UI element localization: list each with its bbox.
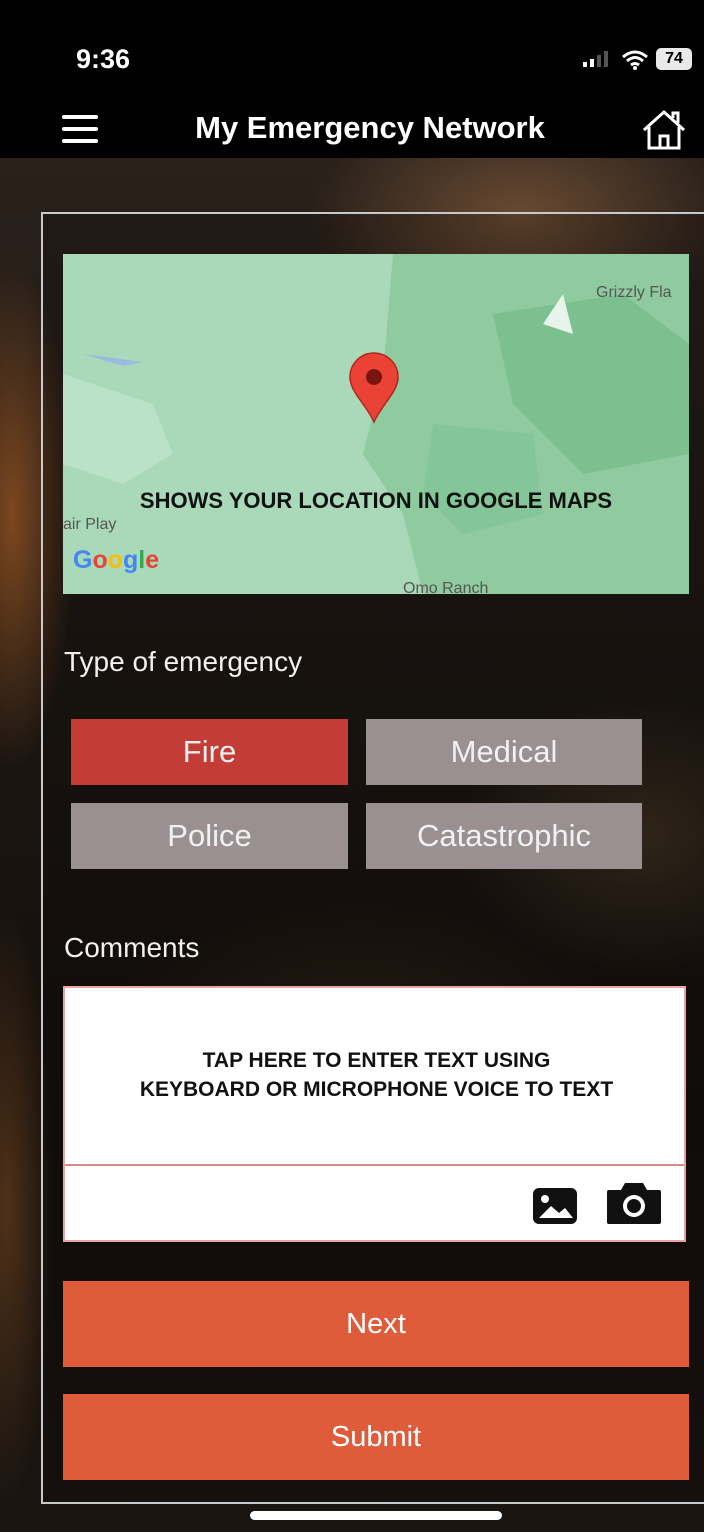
comments-hint-line: KEYBOARD OR MICROPHONE VOICE TO TEXT: [139, 1078, 614, 1101]
status-time: 9:36: [76, 44, 131, 74]
page-title: My Emergency Network: [195, 110, 545, 145]
camera-icon[interactable]: [605, 1180, 663, 1226]
map-place-label: Grizzly Fla: [596, 284, 672, 301]
emergency-type-medical-button[interactable]: Medical: [366, 719, 642, 785]
comments-hint: TAP HERE TO ENTER TEXT USING KEYBOARD OR…: [65, 1046, 688, 1104]
battery-icon: 74: [656, 48, 692, 70]
wifi-icon: [622, 50, 648, 70]
submit-button[interactable]: Submit: [63, 1394, 689, 1480]
home-indicator: [250, 1511, 502, 1520]
map-place-label: Omo Ranch: [403, 580, 489, 594]
map-terrain: [63, 254, 689, 594]
emergency-type-label: Type of emergency: [64, 646, 303, 677]
menu-icon[interactable]: [62, 115, 98, 143]
comments-input[interactable]: TAP HERE TO ENTER TEXT USING KEYBOARD OR…: [63, 986, 686, 1242]
comments-label: Comments: [64, 932, 200, 963]
map-pin-icon: [349, 352, 399, 424]
comments-hint-line: TAP HERE TO ENTER TEXT USING: [202, 1049, 551, 1072]
home-icon[interactable]: [640, 108, 688, 152]
emergency-type-police-button[interactable]: Police: [71, 803, 348, 869]
google-logo: Google: [73, 546, 160, 574]
next-button[interactable]: Next: [63, 1281, 689, 1367]
map-place-label: air Play: [63, 516, 117, 533]
emergency-type-catastrophic-button[interactable]: Catastrophic: [366, 803, 642, 869]
location-map[interactable]: Grizzly Fla air Play Omo Ranch SHOWS YOU…: [63, 254, 689, 594]
comments-divider: [65, 1164, 684, 1166]
map-caption: SHOWS YOUR LOCATION IN GOOGLE MAPS: [139, 488, 613, 513]
cellular-signal-icon: [583, 51, 608, 67]
image-icon[interactable]: [531, 1186, 579, 1226]
emergency-type-fire-button[interactable]: Fire: [71, 719, 348, 785]
